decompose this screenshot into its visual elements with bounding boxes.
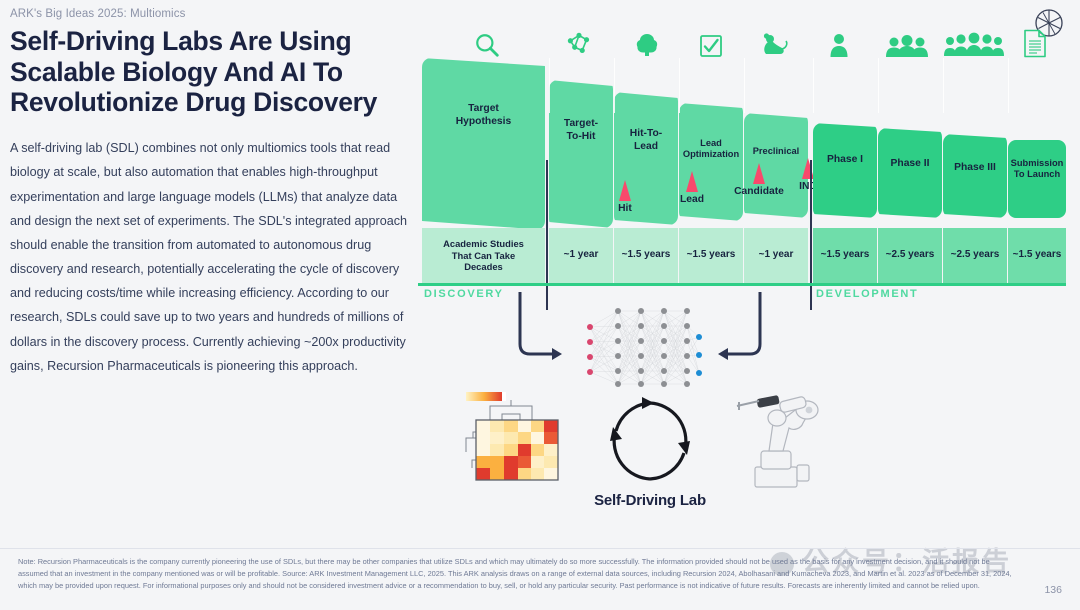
single-person-icon: [822, 24, 856, 58]
stage-icon-row: [418, 6, 1066, 58]
marker-label: Lead: [679, 194, 705, 205]
marker-label: Candidate: [734, 186, 784, 197]
self-driving-lab-caption: Self-Driving Lab: [594, 492, 706, 509]
checkbox-icon: [694, 24, 728, 58]
duration-divider: [549, 58, 550, 113]
stage-duration: Academic Studies That Can Take Decades: [422, 228, 545, 283]
duration-divider: [813, 58, 814, 113]
stage-duration: ~1.5 years: [813, 228, 877, 283]
stage-label: Phase I: [826, 154, 864, 165]
curved-arrow-left-icon: [708, 292, 770, 369]
funnel-marker-candidate: Candidate: [728, 163, 790, 197]
funnel-columns: Target Hypothesis Academic Studies That …: [418, 58, 1066, 283]
compound-icon: [630, 24, 664, 58]
stage-label: Lead Optimization: [682, 138, 740, 160]
self-driving-lab-diagram: Self-Driving Lab: [440, 385, 860, 515]
stage-label: Target- To-Hit: [563, 118, 599, 142]
stage-duration: ~1.5 years: [679, 228, 743, 283]
document-icon: [1018, 22, 1052, 58]
stage-label: Hit-To- Lead: [629, 128, 663, 152]
page-number: 136: [1044, 584, 1062, 596]
footer-divider: [0, 548, 1080, 549]
stage-bar: [878, 128, 942, 218]
funnel-stage-phase-ii[interactable]: Phase II ~2.5 years: [878, 58, 942, 283]
small-group-icon: [882, 24, 932, 58]
stage-duration: ~1 year: [744, 228, 808, 283]
duration-divider: [744, 58, 745, 113]
stage-duration: ~1.5 years: [1008, 228, 1066, 283]
funnel-marker-hit: Hit: [604, 180, 646, 214]
curved-arrow-right-icon: [510, 292, 570, 369]
duration-divider: [943, 58, 944, 113]
marker-triangle: [753, 163, 765, 184]
neural-network-icon: [575, 305, 710, 390]
marker-triangle: [619, 180, 631, 201]
robot-arm-icon: [725, 385, 835, 495]
stage-label: Phase II: [890, 158, 930, 169]
duration-divider: [679, 58, 680, 113]
discovery-section-divider: [546, 160, 548, 310]
funnel-stage-target-to-hit[interactable]: Target- To-Hit ~1 year: [549, 58, 613, 283]
mouse-icon: [758, 24, 792, 58]
stage-duration: ~1.5 years: [614, 228, 678, 283]
marker-triangle: [686, 171, 698, 192]
breadcrumb: ARK's Big Ideas 2025: Multiomics: [10, 8, 186, 20]
funnel-stage-submission-to-launch[interactable]: Submission To Launch ~1.5 years: [1008, 58, 1066, 283]
stage-label: Target Hypothesis: [455, 103, 512, 127]
duration-divider: [878, 58, 879, 113]
funnel-stage-preclinical[interactable]: Preclinical ~1 year Candidate IND: [734, 58, 817, 283]
duration-divider: [1008, 58, 1009, 113]
body-paragraph: A self-driving lab (SDL) combines not on…: [10, 141, 408, 373]
funnel-stage-target-hypothesis[interactable]: Target Hypothesis Academic Studies That …: [422, 58, 545, 283]
footnote-text: Note: Recursion Pharmaceuticals is the c…: [18, 557, 1012, 590]
stage-bar: [813, 123, 877, 218]
stage-duration: ~2.5 years: [878, 228, 942, 283]
stage-bar: [422, 58, 545, 230]
stage-bar: [943, 134, 1007, 218]
stage-label: Phase III: [954, 162, 996, 173]
section-label-discovery: DISCOVERY: [424, 288, 504, 300]
section-label-development: DEVELOPMENT: [816, 288, 919, 300]
page-title: Self-Driving Labs Are Using Scalable Bio…: [10, 26, 378, 118]
drug-discovery-funnel: Target Hypothesis Academic Studies That …: [418, 0, 1066, 315]
stage-duration: ~2.5 years: [943, 228, 1007, 283]
stage-label: Preclinical: [752, 146, 800, 156]
stage-label: Submission To Launch: [1010, 158, 1064, 180]
circular-arrow-cycle-icon: [600, 393, 700, 493]
section-rule: [418, 283, 1066, 286]
development-section-divider: [810, 160, 812, 310]
funnel-marker-lead: Lead: [669, 171, 715, 205]
stage-duration: ~1 year: [549, 228, 613, 283]
duration-divider: [614, 58, 615, 113]
large-group-icon: [942, 24, 1006, 58]
funnel-stage-phase-i[interactable]: Phase I ~1.5 years: [813, 58, 877, 283]
funnel-stage-phase-iii[interactable]: Phase III ~2.5 years: [943, 58, 1007, 283]
marker-label: Hit: [618, 203, 632, 214]
left-text-column: ARK's Big Ideas 2025: Multiomics Self-Dr…: [10, 8, 410, 378]
molecule-icon: [562, 24, 596, 58]
clustered-heatmap-icon: [462, 390, 577, 495]
magnifier-icon: [470, 24, 504, 58]
